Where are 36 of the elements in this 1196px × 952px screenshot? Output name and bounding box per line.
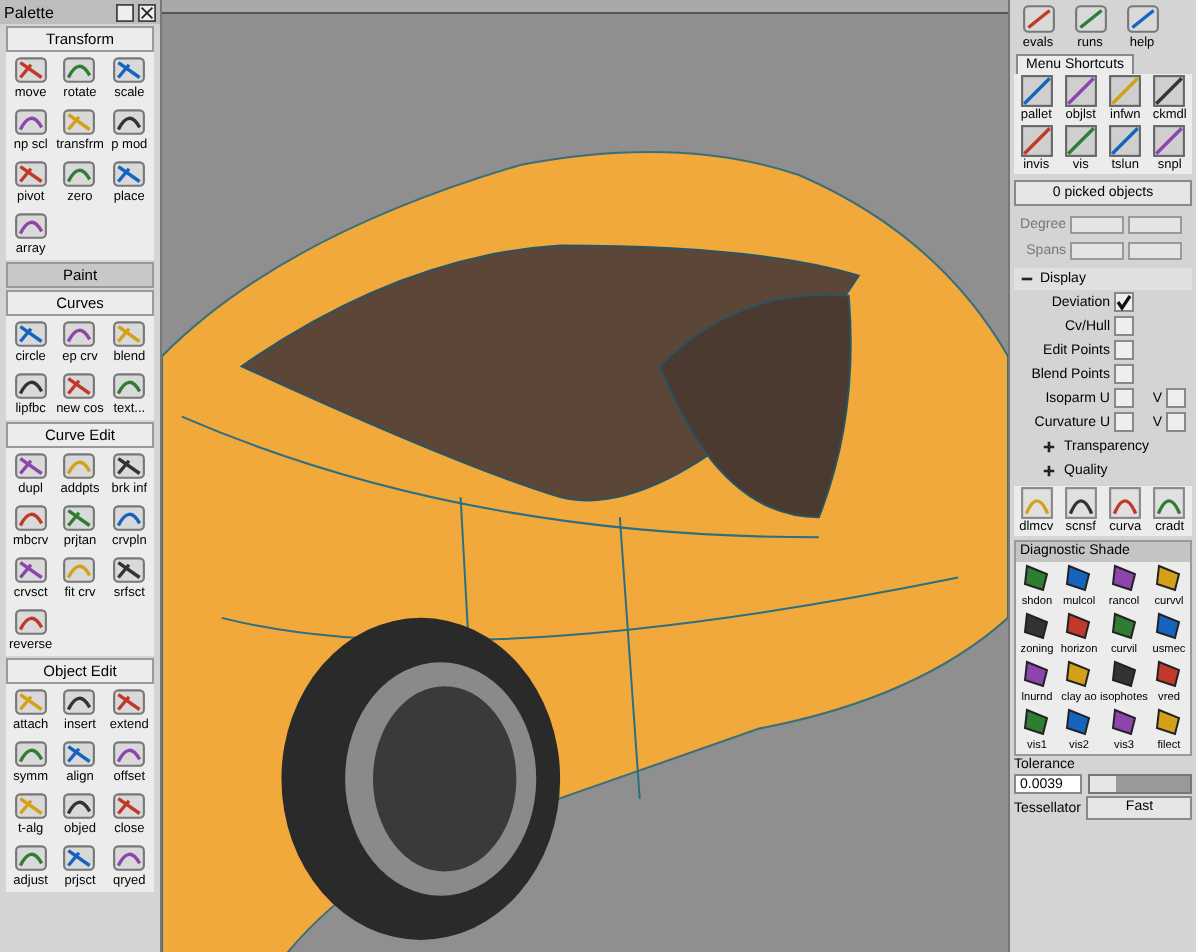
palette-title: Palette bbox=[4, 3, 56, 21]
expand-icon[interactable] bbox=[1042, 463, 1056, 477]
tool-icon[interactable] bbox=[1152, 74, 1187, 108]
tool-icon[interactable] bbox=[62, 788, 97, 822]
close-icon[interactable] bbox=[138, 3, 156, 21]
tool-icon[interactable] bbox=[1107, 706, 1141, 738]
expand-icon[interactable] bbox=[1042, 439, 1056, 453]
tool-icon[interactable] bbox=[13, 368, 48, 402]
tool-icon[interactable] bbox=[62, 684, 97, 718]
input-field[interactable] bbox=[1128, 242, 1182, 260]
tool-icon[interactable] bbox=[1151, 610, 1186, 642]
tool-icon[interactable] bbox=[1020, 658, 1054, 690]
tool-icon[interactable] bbox=[112, 552, 147, 586]
tool-icon[interactable] bbox=[1020, 610, 1054, 642]
checkbox[interactable] bbox=[1166, 388, 1186, 408]
collapse-icon[interactable] bbox=[1020, 272, 1034, 286]
tool-icon[interactable] bbox=[112, 448, 147, 482]
tool-icon[interactable] bbox=[1107, 658, 1141, 690]
tool-icon[interactable] bbox=[1020, 706, 1054, 738]
input-field[interactable] bbox=[1070, 216, 1124, 234]
tool-icon[interactable] bbox=[1151, 658, 1186, 690]
checkbox[interactable] bbox=[1114, 316, 1134, 336]
checkbox[interactable] bbox=[1114, 292, 1134, 312]
tool-icon[interactable] bbox=[112, 104, 147, 138]
input-field[interactable] bbox=[1070, 242, 1124, 260]
checkbox[interactable] bbox=[1166, 412, 1186, 432]
tool-icon[interactable] bbox=[1107, 610, 1141, 642]
checkbox[interactable] bbox=[1114, 412, 1134, 432]
checkbox[interactable] bbox=[1114, 364, 1134, 384]
checkbox[interactable] bbox=[1114, 388, 1134, 408]
checkbox[interactable] bbox=[1114, 340, 1134, 360]
slider-track[interactable] bbox=[1088, 774, 1192, 794]
window-button-icon[interactable] bbox=[116, 3, 134, 21]
tool-icon[interactable] bbox=[1063, 486, 1098, 520]
tool-icon[interactable] bbox=[1151, 706, 1186, 738]
input-field[interactable] bbox=[1128, 216, 1182, 234]
